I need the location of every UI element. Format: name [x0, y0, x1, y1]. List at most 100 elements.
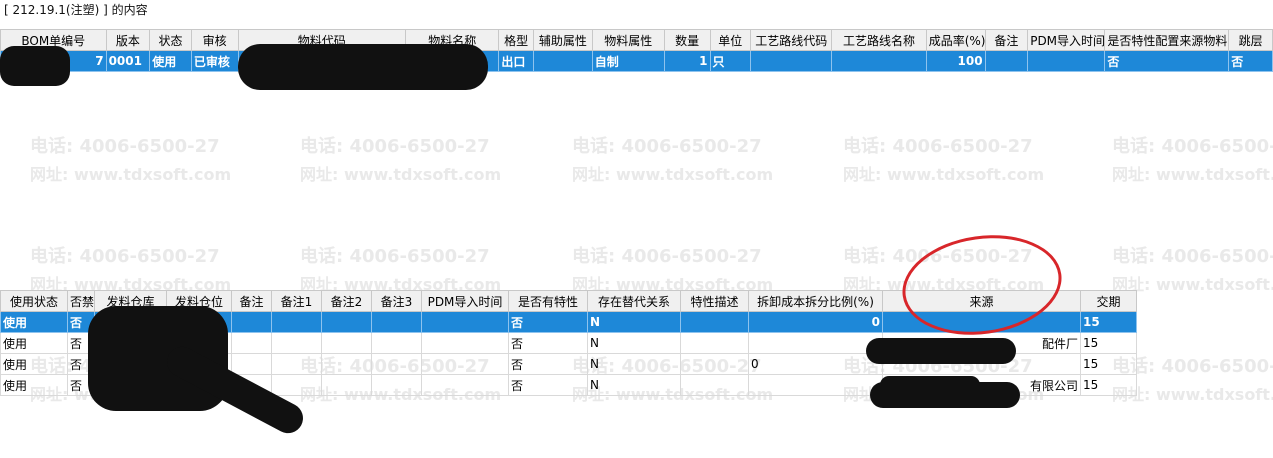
redaction-top-material [238, 44, 488, 90]
table-cell-feat[interactable]: 否 [508, 311, 588, 333]
column-header[interactable]: 审核 [190, 29, 239, 51]
table-cell-r1[interactable] [271, 353, 322, 375]
column-header[interactable]: 工艺路线代码 [750, 29, 833, 51]
column-header[interactable]: 单位 [709, 29, 752, 51]
table-cell-pdm-time[interactable] [1027, 50, 1106, 72]
redaction-source-3 [870, 382, 1020, 408]
table-cell-desc[interactable] [680, 311, 749, 333]
column-header[interactable]: 是否有特性 [508, 290, 588, 312]
table-cell-lead[interactable]: 15 [1080, 353, 1137, 375]
column-header[interactable]: 存在替代关系 [587, 290, 681, 312]
table-cell-lead[interactable]: 15 [1080, 311, 1137, 333]
column-header[interactable]: 备注 [231, 290, 272, 312]
column-header[interactable]: 备注3 [371, 290, 422, 312]
table-cell-desc[interactable] [680, 353, 749, 375]
table-cell-r1[interactable] [271, 332, 322, 354]
column-header[interactable]: 成品率(%) [925, 29, 986, 51]
column-header[interactable]: 版本 [105, 29, 151, 51]
table-cell-unit[interactable]: 只 [709, 50, 752, 72]
table-cell-lead[interactable]: 15 [1080, 332, 1137, 354]
table-cell-r1[interactable] [271, 374, 322, 396]
column-header[interactable]: 交期 [1080, 290, 1137, 312]
table-cell-pdm[interactable] [421, 353, 509, 375]
column-header[interactable]: 状态 [149, 29, 192, 51]
table-cell-r3[interactable] [371, 332, 422, 354]
column-header[interactable]: 是否特性配置来源物料 [1104, 29, 1230, 51]
column-header[interactable]: 辅助属性 [532, 29, 593, 51]
table-cell-route-code[interactable] [750, 50, 833, 72]
table-cell-yield[interactable]: 100 [925, 50, 986, 72]
table-cell-status[interactable]: 使用 [0, 353, 68, 375]
watermark-site: 网址: www.tdxsoft.com [1112, 165, 1273, 184]
redaction-top-left [0, 46, 70, 86]
table-cell-r[interactable] [231, 311, 272, 333]
table-cell-qty[interactable]: 1 [663, 50, 711, 72]
column-header[interactable]: 备注1 [271, 290, 322, 312]
table-cell-r[interactable] [231, 332, 272, 354]
redaction-source-1 [866, 338, 1016, 364]
table-cell-r3[interactable] [371, 374, 422, 396]
table-cell-desc[interactable] [680, 332, 749, 354]
table-cell-desc[interactable] [680, 374, 749, 396]
table-cell-route-name[interactable] [831, 50, 927, 72]
table-cell-version[interactable]: 0001 [105, 50, 151, 72]
watermark-phone: 电话: 4006-6500-27 [1112, 246, 1273, 267]
table-cell-ratio[interactable] [748, 374, 883, 396]
table-cell-pdm[interactable] [421, 332, 509, 354]
table-cell-feature-src[interactable]: 否 [1104, 50, 1230, 72]
table-cell-audit[interactable]: 已审核 [190, 50, 239, 72]
column-header[interactable]: 否禁 [67, 290, 95, 312]
column-header[interactable]: 数量 [663, 29, 711, 51]
column-header[interactable]: 备注 [984, 29, 1029, 51]
column-header[interactable]: 物料属性 [591, 29, 665, 51]
watermark-phone: 电话: 4006-6500-27 [572, 246, 762, 267]
watermark-phone: 电话: 4006-6500-27 [843, 136, 1033, 157]
table-cell-r2[interactable] [321, 332, 372, 354]
window-title: [ 212.19.1(注塑) ] 的内容 [4, 3, 148, 17]
table-cell-prop[interactable]: 自制 [591, 50, 665, 72]
table-cell-subst[interactable]: N [587, 374, 681, 396]
table-cell-feat[interactable]: 否 [508, 353, 588, 375]
table-cell-r2[interactable] [321, 374, 372, 396]
watermark-phone: 电话: 4006-6500-27 [30, 246, 220, 267]
table-cell-ratio[interactable]: 0 [748, 311, 883, 333]
column-header[interactable]: 特性描述 [680, 290, 749, 312]
table-cell-r3[interactable] [371, 353, 422, 375]
table-cell-subst[interactable]: N [587, 311, 681, 333]
table-cell-r2[interactable] [321, 311, 372, 333]
column-header[interactable]: PDM导入时间 [1027, 29, 1106, 51]
table-cell-r1[interactable] [271, 311, 322, 333]
column-header[interactable]: 使用状态 [0, 290, 68, 312]
table-cell-r[interactable] [231, 353, 272, 375]
table-cell-pdm[interactable] [421, 374, 509, 396]
table-cell-subst[interactable]: N [587, 332, 681, 354]
table-cell-feat[interactable]: 否 [508, 374, 588, 396]
watermark-site: 网址: www.tdxsoft.com [300, 165, 502, 184]
table-cell-remark[interactable] [984, 50, 1029, 72]
watermark-phone: 电话: 4006-6500-27 [572, 136, 762, 157]
table-cell-feat[interactable]: 否 [508, 332, 588, 354]
table-cell-ratio[interactable] [748, 332, 883, 354]
table-cell-lead[interactable]: 15 [1080, 374, 1137, 396]
column-header[interactable]: PDM导入时间 [421, 290, 509, 312]
table-cell-status[interactable]: 使用 [0, 374, 68, 396]
table-cell-subst[interactable]: N [587, 353, 681, 375]
table-cell-aux[interactable] [532, 50, 593, 72]
table-cell-r3[interactable] [371, 311, 422, 333]
table-row[interactable]: 70001使用已审核9.出口自制1只100否否 [0, 50, 1273, 72]
column-header[interactable]: 工艺路线名称 [831, 29, 927, 51]
watermark-site: 网址: www.tdxsoft.com [572, 165, 774, 184]
table-cell-status[interactable]: 使用 [0, 332, 68, 354]
column-header[interactable]: 跳层 [1228, 29, 1273, 51]
table-cell-skip[interactable]: 否 [1228, 50, 1273, 72]
table-cell-status[interactable]: 使用 [0, 311, 68, 333]
table-cell-r2[interactable] [321, 353, 372, 375]
table-cell-pdm[interactable] [421, 311, 509, 333]
top-table-header-row: BOM单编号 版本 状态 审核 物料代码 物料名称 格型 辅助属性 物料属性 数量 单位 工艺路线代码… [0, 29, 1273, 51]
table-cell-status[interactable]: 使用 [149, 50, 192, 72]
table-cell-ratio[interactable]: 0 [748, 353, 883, 375]
column-header[interactable]: 格型 [498, 29, 534, 51]
column-header[interactable]: 拆卸成本拆分比例(%) [748, 290, 883, 312]
column-header[interactable]: 备注2 [321, 290, 372, 312]
table-cell-spec[interactable]: 出口 [498, 50, 534, 72]
